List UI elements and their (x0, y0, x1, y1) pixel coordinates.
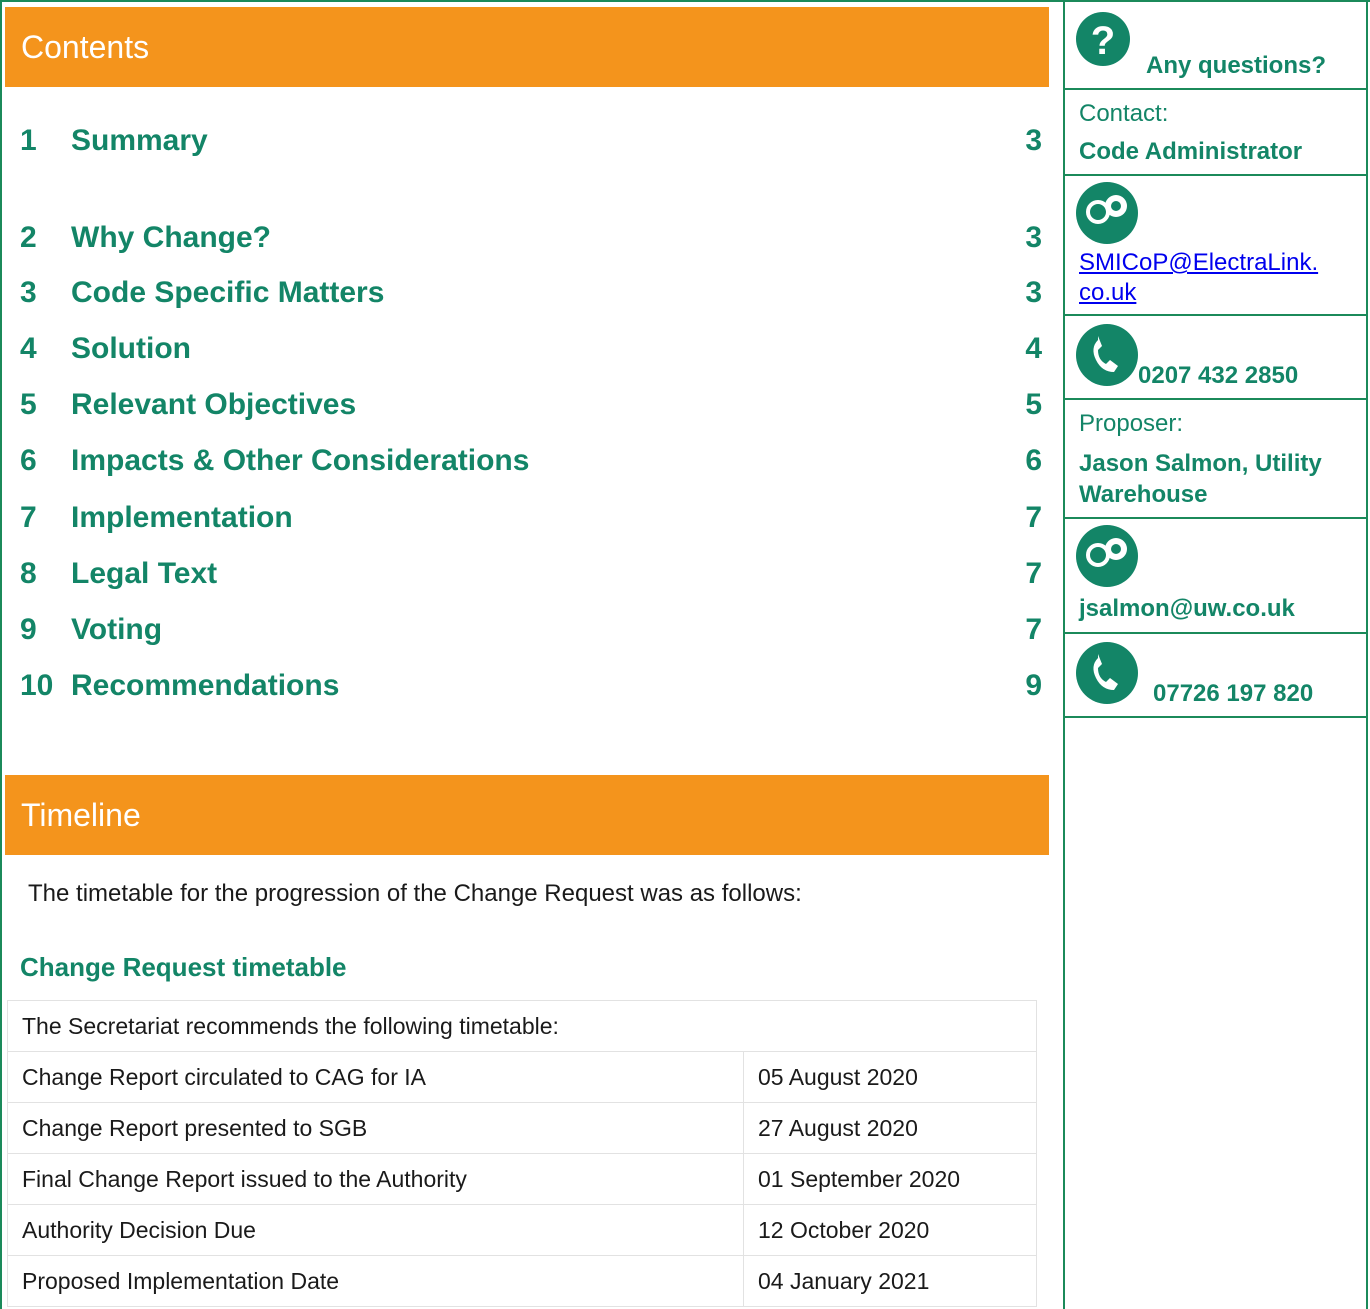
toc-page: 5 (1025, 388, 1042, 421)
toc-number: 1 (20, 124, 37, 157)
email-icon (1076, 525, 1138, 587)
toc-item-voting[interactable]: 9 Voting 7 (20, 610, 1042, 650)
event-cell: Proposed Implementation Date (7, 1255, 744, 1307)
event-cell: Authority Decision Due (7, 1204, 744, 1256)
proposer-name-line2: Warehouse (1079, 481, 1208, 508)
event-cell: Change Report presented to SGB (7, 1102, 744, 1154)
contact-email-link[interactable]: SMICoP@ElectraLink. co.uk (1079, 248, 1318, 308)
questions-label: Any questions? (1146, 52, 1327, 79)
toc-title: Code Specific Matters (71, 276, 385, 309)
toc-number: 8 (20, 557, 37, 590)
email-icon (1076, 182, 1138, 244)
timeline-title: Timeline (21, 796, 141, 833)
contact-email-box: SMICoP@ElectraLink. co.uk (1065, 176, 1366, 316)
toc-title: Solution (71, 332, 191, 365)
phone-icon (1076, 324, 1138, 386)
toc-number: 7 (20, 501, 37, 534)
question-icon: ? (1076, 12, 1130, 66)
contact-email-line2: co.uk (1079, 279, 1137, 306)
questions-box: ? Any questions? (1065, 0, 1366, 90)
toc-title: Relevant Objectives (71, 388, 357, 421)
toc-number: 4 (20, 332, 37, 365)
toc-number: 2 (20, 221, 37, 254)
proposer-email-box: jsalmon@uw.co.uk (1065, 519, 1366, 634)
toc-page: 7 (1025, 501, 1042, 534)
timetable: The Secretariat recommends the following… (7, 1000, 1037, 1307)
event-cell: Change Report circulated to CAG for IA (7, 1051, 744, 1103)
contents-title: Contents (21, 28, 150, 65)
toc-page: 7 (1025, 613, 1042, 646)
toc-item-code-specific-matters[interactable]: 3 Code Specific Matters 3 (20, 273, 1042, 313)
toc-page: 7 (1025, 557, 1042, 590)
proposer-email[interactable]: jsalmon@uw.co.uk (1079, 595, 1295, 623)
timeline-heading: Timeline (5, 775, 1049, 855)
toc-item-recommendations[interactable]: 10 Recommendations 9 (20, 666, 1042, 706)
date-cell: 01 September 2020 (743, 1153, 1037, 1205)
toc-page: 3 (1025, 221, 1042, 254)
table-row: Change Report circulated to CAG for IA 0… (7, 1051, 1037, 1103)
toc-number: 9 (20, 613, 37, 646)
contact-phone-box: 0207 432 2850 (1065, 316, 1366, 400)
date-cell: 04 January 2021 (743, 1255, 1037, 1307)
toc-title: Why Change? (71, 221, 271, 254)
toc-number: 10 (20, 669, 54, 702)
proposer-name: Jason Salmon, Utility Warehouse (1079, 448, 1322, 510)
timetable-subheading: Change Request timetable (20, 952, 347, 982)
toc-item-legal-text[interactable]: 8 Legal Text 7 (20, 554, 1042, 594)
date-cell: 12 October 2020 (743, 1204, 1037, 1256)
toc-number: 5 (20, 388, 37, 421)
toc-item-solution[interactable]: 4 Solution 4 (20, 329, 1042, 369)
toc-page: 9 (1025, 669, 1042, 702)
toc-page: 6 (1025, 444, 1042, 477)
toc-title: Summary (71, 124, 208, 157)
table-header-row: The Secretariat recommends the following… (7, 1000, 1037, 1052)
proposer-phone: 07726 197 820 (1153, 680, 1314, 707)
contact-name: Code Administrator (1079, 138, 1303, 165)
table-row: Authority Decision Due 12 October 2020 (7, 1204, 1037, 1256)
toc-item-why-change[interactable]: 2 Why Change? 3 (20, 218, 1042, 258)
table-header: The Secretariat recommends the following… (7, 1000, 1037, 1052)
toc-number: 3 (20, 276, 37, 309)
toc-item-implementation[interactable]: 7 Implementation 7 (20, 498, 1042, 538)
frame-left (0, 0, 2, 1309)
toc-number: 6 (20, 444, 37, 477)
contents-heading: Contents (5, 7, 1049, 87)
event-cell: Final Change Report issued to the Author… (7, 1153, 744, 1205)
toc-item-relevant-objectives[interactable]: 5 Relevant Objectives 5 (20, 385, 1042, 425)
toc-page: 4 (1025, 332, 1042, 365)
phone-icon (1076, 642, 1138, 704)
svg-text:?: ? (1091, 19, 1115, 63)
contact-email-line1: SMICoP@ElectraLink. (1079, 249, 1319, 276)
contact-label: Contact: (1079, 100, 1169, 127)
date-cell: 05 August 2020 (743, 1051, 1037, 1103)
timeline-intro: The timetable for the progression of the… (28, 880, 802, 907)
table-row: Proposed Implementation Date 04 January … (7, 1255, 1037, 1307)
toc-item-impacts[interactable]: 6 Impacts & Other Considerations 6 (20, 441, 1042, 481)
table-row: Change Report presented to SGB 27 August… (7, 1102, 1037, 1154)
proposer-name-line1: Jason Salmon, Utility (1079, 450, 1322, 477)
toc-title: Voting (71, 613, 163, 646)
proposer-label: Proposer: (1079, 410, 1184, 437)
toc-item-summary[interactable]: 1 Summary 3 (20, 121, 1042, 161)
date-cell: 27 August 2020 (743, 1102, 1037, 1154)
frame-right (1366, 0, 1368, 1309)
toc-page: 3 (1025, 124, 1042, 157)
proposer-phone-box: 07726 197 820 (1065, 634, 1366, 718)
proposer-box: Proposer: Jason Salmon, Utility Warehous… (1065, 400, 1366, 519)
toc-title: Implementation (71, 501, 293, 534)
table-row: Final Change Report issued to the Author… (7, 1153, 1037, 1205)
contact-box: Contact: Code Administrator (1065, 90, 1366, 176)
toc-page: 3 (1025, 276, 1042, 309)
toc-title: Impacts & Other Considerations (71, 444, 530, 477)
toc-title: Legal Text (71, 557, 218, 590)
contact-phone: 0207 432 2850 (1138, 362, 1299, 389)
toc-title: Recommendations (71, 669, 340, 702)
